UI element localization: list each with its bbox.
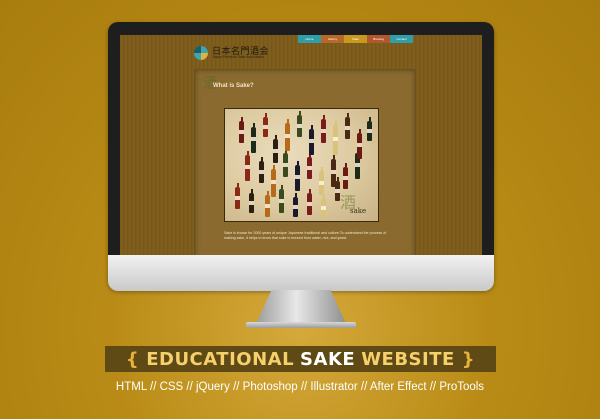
- banner-word-website: WEBSITE: [361, 348, 455, 370]
- sake-bottle: [245, 151, 250, 181]
- logo-subtitle: Japan Premium Sake Association: [212, 55, 265, 59]
- banner-close-brace: }: [461, 348, 476, 370]
- monitor-chin: [108, 255, 494, 291]
- logo-icon: [194, 46, 208, 60]
- monitor-frame: 日本名門酒会 Japan Premium Sake Association Ho…: [108, 22, 494, 290]
- sake-bottle: [297, 111, 302, 137]
- sake-bottle: [367, 117, 372, 141]
- sake-bottle: [307, 189, 312, 215]
- panel-description: Sake is known for 2000 years of unique J…: [224, 231, 387, 240]
- sake-bottle: [265, 191, 270, 217]
- sake-bottle: [283, 149, 288, 177]
- nav-tab-brewing[interactable]: Brewing: [367, 35, 390, 43]
- sake-bottle: [251, 123, 256, 153]
- sake-bottle: [343, 163, 348, 189]
- monitor-stand-base: [246, 322, 356, 328]
- sake-bottle: [307, 153, 312, 179]
- sake-bottle: [331, 155, 336, 187]
- banner-word-educational: EDUCATIONAL: [146, 348, 295, 370]
- sake-bottle: [271, 165, 276, 197]
- sake-bottle: [345, 113, 350, 139]
- sake-bottle: [293, 193, 298, 217]
- nav-tab-sake[interactable]: Sake: [344, 35, 367, 43]
- project-title-banner: { EDUCATIONAL SAKE WEBSITE }: [105, 346, 496, 372]
- photo-word: sake: [350, 207, 367, 215]
- sake-bottle: [249, 189, 254, 213]
- website-screen: 日本名門酒会 Japan Premium Sake Association Ho…: [120, 35, 482, 265]
- nav-tab-home[interactable]: Home: [298, 35, 321, 43]
- banner-open-brace: {: [125, 348, 140, 370]
- sake-bottle: [309, 125, 314, 155]
- panel-title: What is Sake?: [213, 83, 254, 89]
- sake-bottles-image: 酒 sake: [224, 108, 379, 222]
- banner-word-sake: SAKE: [300, 348, 356, 370]
- sake-bottle: [263, 113, 268, 137]
- sake-bottle: [239, 117, 244, 143]
- sake-bottle: [279, 185, 284, 213]
- sake-bottle: [235, 183, 240, 209]
- sake-bottle: [295, 161, 300, 191]
- sake-bottle: [319, 167, 324, 195]
- sake-bottle: [259, 157, 264, 183]
- content-panel: 酒 What is Sake? 酒 sake Sake is known for…: [194, 69, 416, 265]
- sake-bottle: [285, 119, 290, 151]
- sake-bottle: [357, 129, 362, 159]
- monitor-stand: [255, 290, 347, 326]
- technology-list: HTML // CSS // jQuery // Photoshop // Il…: [115, 381, 485, 393]
- sake-bottle: [273, 135, 278, 163]
- nav-tab-contact[interactable]: Contact: [390, 35, 413, 43]
- sake-bottle: [321, 195, 326, 217]
- nav-tab-history[interactable]: History: [321, 35, 344, 43]
- top-navigation: Home History Sake Brewing Contact: [298, 35, 413, 43]
- sake-bottle: [333, 121, 338, 155]
- sake-bottle: [321, 115, 326, 143]
